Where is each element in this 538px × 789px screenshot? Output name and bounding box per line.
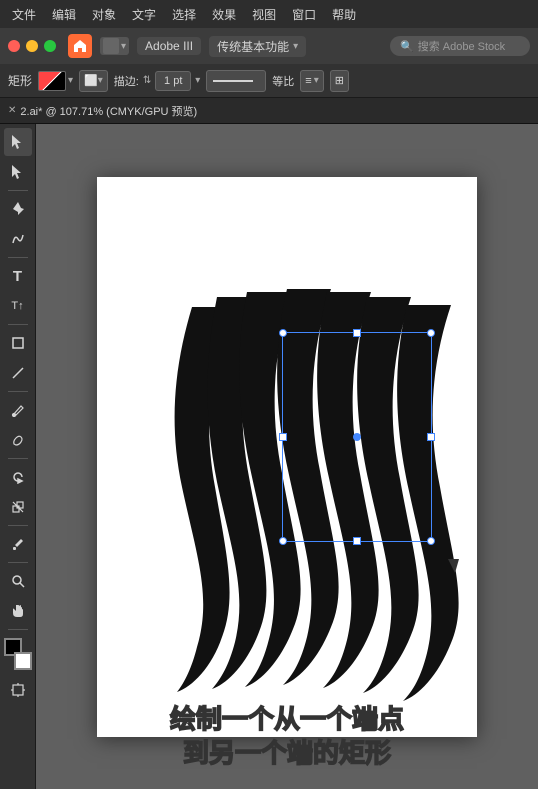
main-area: T T↑: [0, 124, 538, 789]
title-bar: ▾ Adobe III 传统基本功能 ▾ 🔍 搜索 Adobe Stock: [0, 28, 538, 64]
app-name-label: Adobe III: [145, 39, 193, 53]
distribute-icon: ⊞: [335, 74, 344, 87]
maximize-button[interactable]: [44, 40, 56, 52]
zoom-tool[interactable]: [4, 567, 32, 595]
arrow-cursor-icon: [448, 559, 459, 573]
shape-label: 矩形: [8, 72, 32, 89]
toolbar-separator-5: [8, 458, 28, 459]
tab-bar: ✕ 2.ai* @ 107.71% (CMYK/GPU 预览): [0, 98, 538, 124]
stroke-color-picker[interactable]: ▾: [38, 71, 73, 91]
stroke-swatch[interactable]: [38, 71, 66, 91]
proportion-label: 等比: [272, 73, 294, 89]
hand-tool[interactable]: [4, 597, 32, 625]
stroke-arrows-icon[interactable]: ⇅: [143, 75, 151, 86]
line-solid-icon: [213, 80, 253, 82]
menu-help[interactable]: 帮助: [332, 6, 356, 23]
menu-type[interactable]: 文字: [132, 6, 156, 23]
line-tool[interactable]: [4, 359, 32, 387]
menu-file[interactable]: 文件: [12, 6, 36, 23]
curvature-tool[interactable]: [4, 225, 32, 253]
menu-view[interactable]: 视图: [252, 6, 276, 23]
scale-tool[interactable]: [4, 493, 32, 521]
left-toolbar: T T↑: [0, 124, 36, 789]
toolbar-separator-1: [8, 190, 28, 191]
annotation-line-1: 绘制一个从一个端点: [117, 703, 457, 737]
menu-window[interactable]: 窗口: [292, 6, 316, 23]
paintbrush-tool[interactable]: [4, 396, 32, 424]
selection-tool[interactable]: [4, 128, 32, 156]
canvas-area: 绘制一个从一个端点 到另一个端的矩形: [36, 124, 538, 789]
close-button[interactable]: [8, 40, 20, 52]
color-swatches[interactable]: [4, 638, 32, 670]
menu-effect[interactable]: 效果: [212, 6, 236, 23]
background-swatch[interactable]: [14, 652, 32, 670]
blob-brush-tool[interactable]: [4, 426, 32, 454]
toolbar-separator-6: [8, 525, 28, 526]
search-box[interactable]: 🔍 搜索 Adobe Stock: [390, 36, 530, 56]
touch-type-tool[interactable]: T↑: [4, 292, 32, 320]
workspace-preset-selector[interactable]: 传统基本功能 ▾: [209, 36, 306, 57]
stroke-dropdown-icon[interactable]: ▾: [68, 75, 73, 86]
menu-select[interactable]: 选择: [172, 6, 196, 23]
search-icon: 🔍: [400, 40, 414, 53]
align-icon: ≡: [305, 75, 311, 87]
toolbar-separator-7: [8, 562, 28, 563]
toolbar-separator-8: [8, 629, 28, 630]
distribute-options[interactable]: ⊞: [330, 70, 349, 92]
app-name-badge[interactable]: Adobe III: [137, 37, 201, 55]
chevron-down-icon: ▾: [293, 41, 298, 52]
annotation-text: 绘制一个从一个端点 到另一个端的矩形: [117, 703, 457, 771]
rotate-tool[interactable]: [4, 463, 32, 491]
shape-mode-selector[interactable]: ⬜ ▾: [79, 70, 108, 92]
align-options[interactable]: ≡ ▾: [300, 70, 323, 92]
menu-bar: 文件 编辑 对象 文字 选择 效果 视图 窗口 帮助: [0, 0, 538, 28]
menu-object[interactable]: 对象: [92, 6, 116, 23]
artboard-tool[interactable]: [4, 676, 32, 704]
type-tool[interactable]: T: [4, 262, 32, 290]
line-style-selector[interactable]: [206, 70, 266, 92]
stroke-width-input[interactable]: [155, 71, 191, 91]
search-placeholder: 搜索 Adobe Stock: [418, 38, 505, 54]
tool-options-bar: 矩形 ▾ ⬜ ▾ 描边: ⇅ ▾ 等比 ≡ ▾ ⊞: [0, 64, 538, 98]
artwork-svg: [97, 177, 477, 737]
stroke-options: 描边: ⇅ ▾: [114, 71, 200, 91]
menu-edit[interactable]: 编辑: [52, 6, 76, 23]
stroke-dropdown2-icon[interactable]: ▾: [195, 75, 200, 86]
eyedropper-tool[interactable]: [4, 530, 32, 558]
annotation-line-2: 到另一个端的矩形: [117, 737, 457, 771]
shape-mode-chevron: ▾: [98, 75, 103, 86]
tab-close-icon[interactable]: ✕: [8, 105, 16, 116]
minimize-button[interactable]: [26, 40, 38, 52]
toolbar-separator-3: [8, 324, 28, 325]
shape-mode-icon: ⬜: [84, 74, 98, 87]
workspace-preset-label: 传统基本功能: [217, 38, 289, 55]
align-dropdown-icon: ▾: [314, 75, 319, 86]
direct-selection-tool[interactable]: [4, 158, 32, 186]
tab-title: 2.ai* @ 107.71% (CMYK/GPU 预览): [20, 103, 197, 119]
stroke-label: 描边:: [114, 73, 139, 89]
pen-tool[interactable]: [4, 195, 32, 223]
traffic-lights: [8, 40, 56, 52]
artboard: [97, 177, 477, 737]
toolbar-separator-2: [8, 257, 28, 258]
toolbar-separator-4: [8, 391, 28, 392]
rectangle-tool[interactable]: [4, 329, 32, 357]
home-button[interactable]: [68, 34, 92, 58]
